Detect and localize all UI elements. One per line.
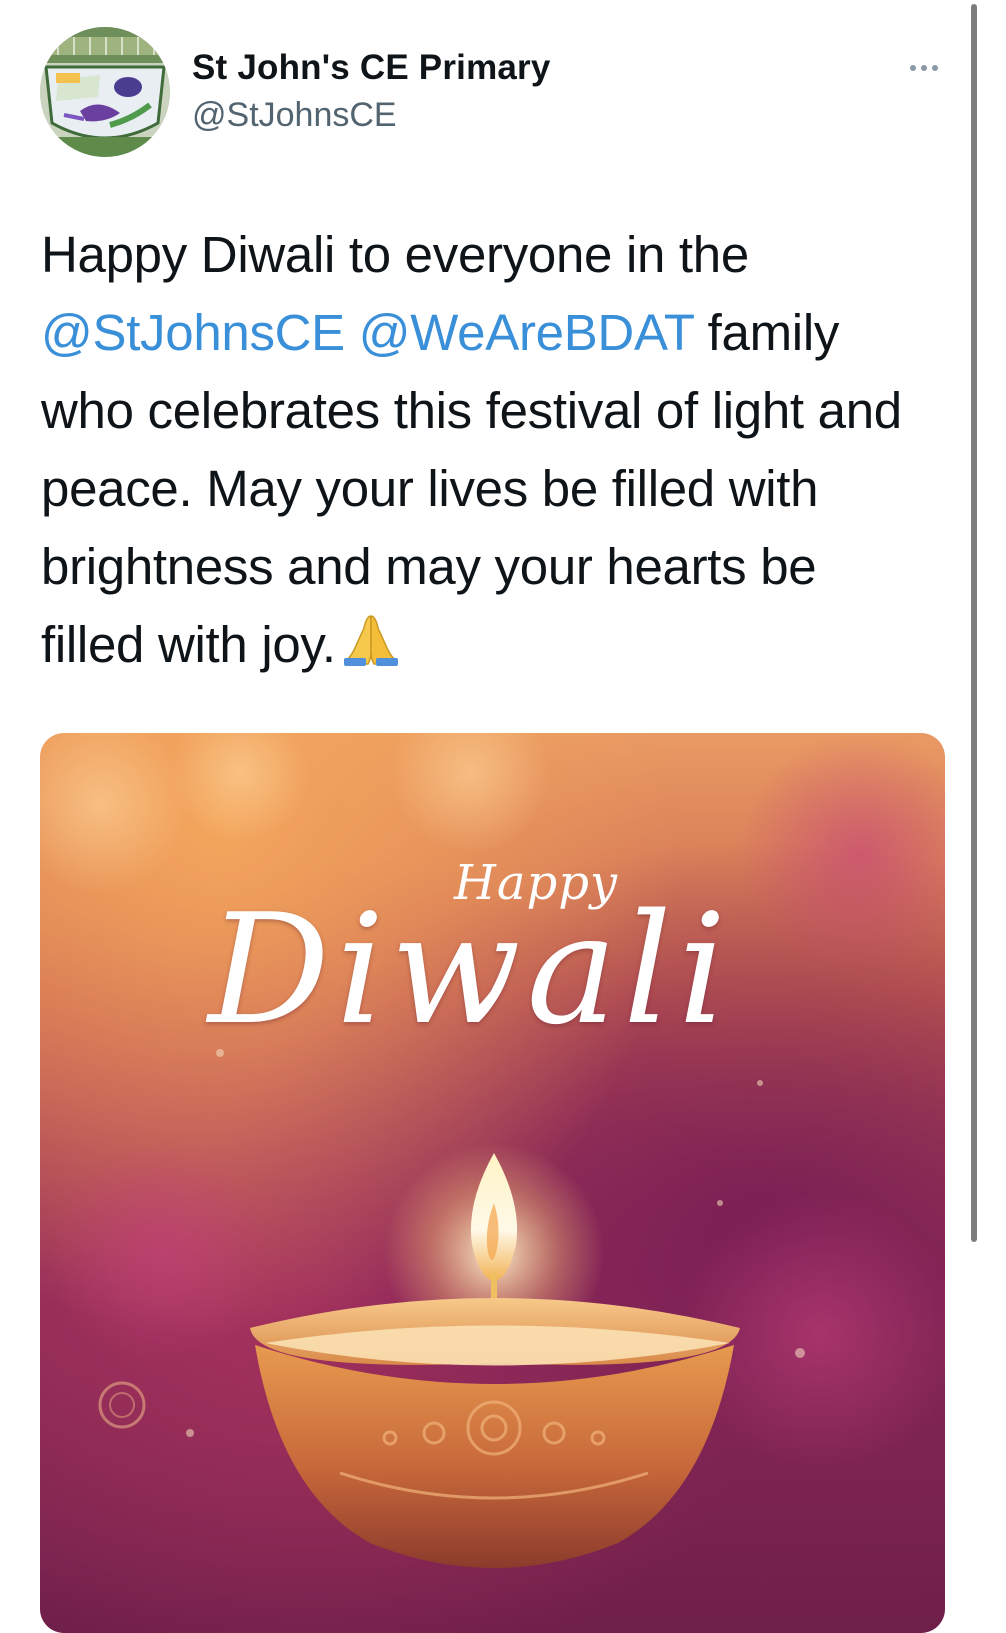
more-horizontal-icon xyxy=(910,65,916,71)
more-horizontal-icon xyxy=(932,65,938,71)
mention-link-stjohnsce[interactable]: @StJohnsCE xyxy=(41,304,345,361)
author-handle[interactable]: @StJohnsCE xyxy=(192,96,397,135)
tweet-text-part: Happy Diwali to everyone in the xyxy=(41,226,749,283)
image-caption-diwali: Diwali xyxy=(208,881,733,1058)
tweet-media-image[interactable]: Happy Diwali xyxy=(40,733,945,1633)
mention-link-wearebdat[interactable]: @WeAreBDAT xyxy=(359,304,694,361)
folded-hands-icon xyxy=(342,610,400,688)
author-name[interactable]: St John's CE Primary xyxy=(192,48,551,88)
tweet-text: Happy Diwali to everyone in the @StJohns… xyxy=(41,216,921,688)
school-crest-avatar-icon xyxy=(40,27,170,157)
more-horizontal-icon xyxy=(921,65,927,71)
tweet-text-part xyxy=(345,304,359,361)
vertical-scrollbar[interactable] xyxy=(971,4,977,1242)
more-options-button[interactable] xyxy=(896,50,952,86)
tweet-card: St John's CE Primary @StJohnsCE Happy Di… xyxy=(0,0,1006,1633)
profile-avatar[interactable] xyxy=(40,27,170,157)
